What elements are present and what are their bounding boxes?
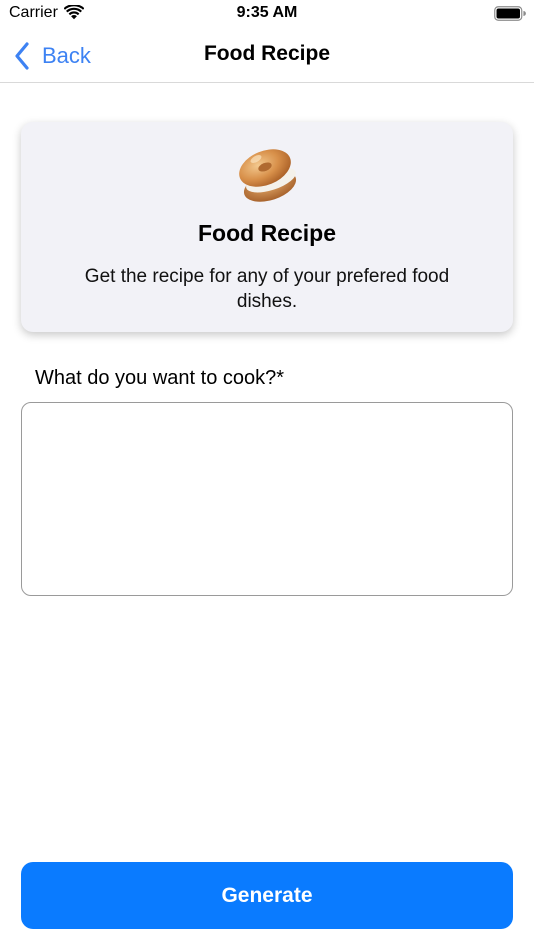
page-title: Food Recipe <box>203 42 330 65</box>
card-subtitle: Get the recipe for any of your prefered … <box>84 266 450 312</box>
card-title: Food Recipe <box>197 220 336 246</box>
battery-icon <box>494 6 526 21</box>
navigation-bar: Back Food Recipe <box>0 30 534 83</box>
intro-card: Food Recipe Get the recipe for any of yo… <box>21 122 513 332</box>
generate-button[interactable]: Generate <box>21 862 513 929</box>
dish-input[interactable] <box>21 402 513 596</box>
status-bar: Carrier 9:35 AM <box>0 0 534 30</box>
dish-input-label: What do you want to cook?* <box>35 367 285 389</box>
bagel-icon <box>239 149 297 202</box>
status-time: 9:35 AM <box>236 4 298 21</box>
